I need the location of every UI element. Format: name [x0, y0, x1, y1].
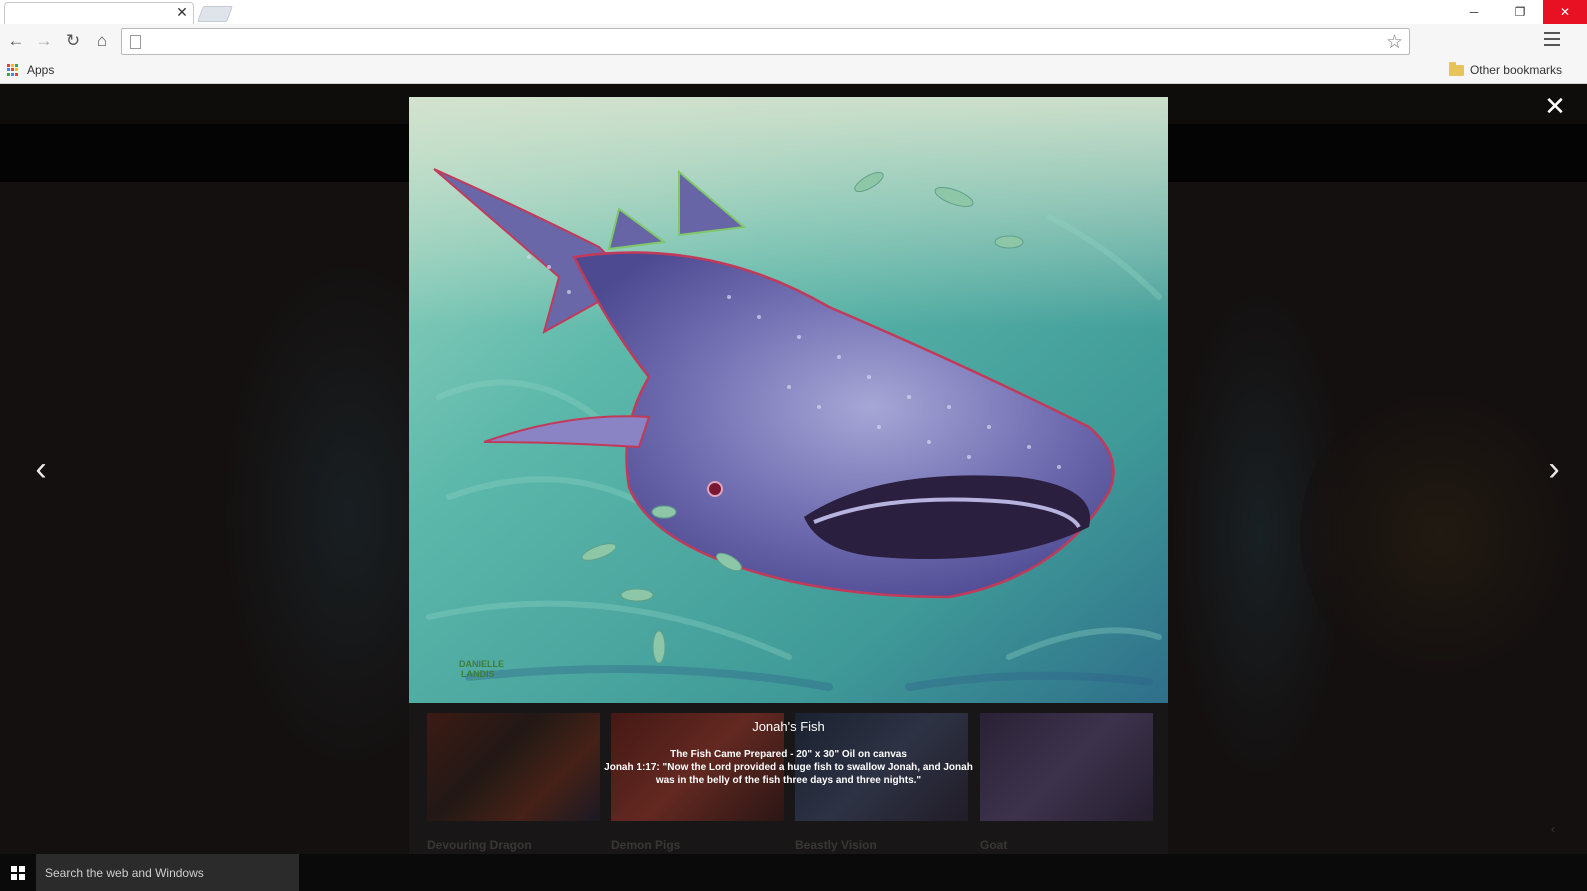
- folder-icon: [1448, 61, 1464, 76]
- artwork-title: Jonah's Fish: [752, 719, 825, 734]
- whale-shark-painting: DANIELLE LANDIS: [409, 97, 1168, 703]
- apps-grid-icon: [7, 63, 20, 77]
- scroll-left-icon[interactable]: ‹: [1551, 822, 1555, 836]
- thumbnail-label[interactable]: Goat: [980, 838, 1007, 852]
- restore-button[interactable]: ❐: [1498, 0, 1542, 24]
- lightbox-overlay: ✕ ‹ › DANIELLE LANDIS Devouring Dragon D…: [0, 84, 1587, 854]
- thumbnail-label[interactable]: Beastly Vision: [795, 838, 877, 852]
- home-icon[interactable]: ⌂: [90, 30, 114, 52]
- painting-image: DANIELLE LANDIS: [409, 97, 1168, 703]
- thumbnail-label[interactable]: Devouring Dragon: [427, 838, 532, 852]
- tab-strip: ✕ ─ ❐ ✕: [0, 0, 1587, 24]
- svg-text:LANDIS: LANDIS: [461, 669, 495, 679]
- thumbnail-label[interactable]: Demon Pigs: [611, 838, 680, 852]
- minimize-button[interactable]: ─: [1452, 0, 1496, 24]
- artist-signature: DANIELLE: [459, 659, 504, 669]
- back-icon[interactable]: ←: [4, 30, 28, 52]
- artwork-caption-line: The Fish Came Prepared - 20" x 30" Oil o…: [670, 749, 907, 760]
- windows-logo-icon: [11, 865, 25, 880]
- tab-close-icon[interactable]: ✕: [175, 5, 189, 19]
- other-bookmarks[interactable]: Other bookmarks: [1448, 61, 1562, 77]
- bookmark-star-icon[interactable]: ☆: [1386, 31, 1403, 54]
- artwork-caption-line: was in the belly of the fish three days …: [655, 775, 922, 786]
- address-bar[interactable]: ☆: [121, 28, 1410, 55]
- reload-icon[interactable]: ↻: [61, 30, 85, 52]
- other-bookmarks-label: Other bookmarks: [1469, 63, 1562, 77]
- apps-bookmark[interactable]: Apps: [7, 63, 54, 77]
- caption-panel: Devouring Dragon Demon Pigs Beastly Visi…: [409, 703, 1168, 854]
- windows-taskbar: Search the web and Windows: [0, 854, 1587, 891]
- previous-arrow-icon[interactable]: ‹: [29, 452, 53, 486]
- browser-toolbar: ← → ↻ ⌂ ☆: [0, 24, 1587, 58]
- next-arrow-icon[interactable]: ›: [1542, 452, 1566, 486]
- lightbox-close-icon[interactable]: ✕: [1544, 93, 1566, 119]
- start-button[interactable]: [0, 854, 36, 891]
- page-icon: [130, 35, 141, 49]
- bookmarks-bar: Apps Other bookmarks: [0, 58, 1587, 84]
- taskbar-search-box[interactable]: Search the web and Windows: [36, 854, 299, 891]
- apps-label: Apps: [27, 63, 55, 77]
- new-tab-button[interactable]: [197, 6, 233, 22]
- chrome-menu-icon[interactable]: [1544, 32, 1560, 46]
- forward-icon[interactable]: →: [32, 30, 56, 52]
- artwork-caption-line: Jonah 1:17: "Now the Lord provided a hug…: [604, 762, 973, 773]
- browser-tab[interactable]: ✕: [4, 2, 194, 24]
- close-window-button[interactable]: ✕: [1543, 0, 1587, 24]
